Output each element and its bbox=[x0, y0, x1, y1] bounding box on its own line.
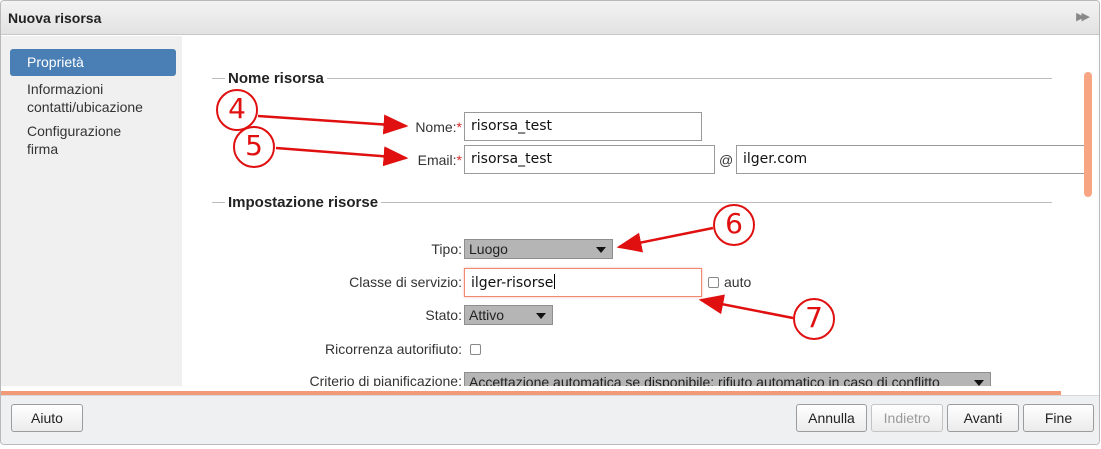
sidebar-item-properties[interactable]: Proprietà bbox=[10, 49, 176, 76]
new-resource-dialog: Nuova risorsa ▶▶ Proprietà Informazioni … bbox=[0, 0, 1100, 445]
sidebar-item-signature-config[interactable]: Configurazione firma bbox=[10, 122, 150, 158]
cos-auto-label: auto bbox=[724, 274, 752, 290]
dialog-title: Nuova risorsa bbox=[8, 10, 102, 26]
email-label: Email:* bbox=[417, 152, 462, 168]
next-button[interactable]: Avanti bbox=[947, 404, 1019, 432]
scheduling-label: Criterio di pianificazione: bbox=[309, 373, 462, 386]
sidebar: Proprietà Informazioni contatti/ubicazio… bbox=[1, 36, 182, 386]
cos-auto-checkbox[interactable] bbox=[708, 277, 719, 288]
dialog-titlebar: Nuova risorsa ▶▶ bbox=[1, 1, 1099, 35]
section-title-name: Nome risorsa bbox=[225, 70, 327, 87]
annotation-marker-4: 4 bbox=[216, 89, 258, 131]
cancel-button[interactable]: Annulla bbox=[796, 404, 867, 432]
type-select-value: Luogo bbox=[469, 241, 508, 257]
status-label: Stato: bbox=[425, 307, 462, 323]
at-sign: @ bbox=[719, 152, 734, 168]
back-button[interactable]: Indietro bbox=[871, 404, 943, 432]
auto-decline-label: Ricorrenza autorifiuto: bbox=[325, 341, 462, 357]
cos-input-value: ilger-risorse bbox=[471, 275, 554, 291]
annotation-marker-7: 7 bbox=[793, 298, 835, 340]
collapse-icon[interactable]: ▶▶ bbox=[1076, 10, 1090, 23]
sidebar-item-contact-location[interactable]: Informazioni contatti/ubicazione bbox=[10, 80, 170, 116]
chevron-down-icon bbox=[974, 380, 984, 386]
status-select[interactable]: Attivo bbox=[464, 305, 553, 325]
type-select[interactable]: Luogo bbox=[464, 239, 613, 259]
status-select-value: Attivo bbox=[469, 307, 505, 323]
chevron-down-icon bbox=[536, 313, 546, 319]
section-title-settings: Impostazione risorse bbox=[225, 194, 382, 211]
email-domain-input[interactable]: ilger.com bbox=[736, 145, 1092, 174]
type-label: Tipo: bbox=[431, 241, 462, 257]
help-button[interactable]: Aiuto bbox=[11, 404, 83, 432]
name-input[interactable]: risorsa_test bbox=[464, 112, 702, 141]
name-label: Nome:* bbox=[415, 119, 462, 135]
auto-decline-checkbox[interactable] bbox=[470, 344, 481, 355]
properties-panel: Nome risorsa Nome:* risorsa_test Email:*… bbox=[182, 36, 1092, 386]
annotation-marker-5: 5 bbox=[233, 126, 275, 168]
cos-input[interactable]: ilger-risorse bbox=[464, 268, 702, 297]
chevron-down-icon bbox=[596, 247, 606, 253]
dialog-footer: Aiuto Annulla Indietro Avanti Fine bbox=[1, 395, 1099, 444]
scrollbar-thumb[interactable] bbox=[1084, 72, 1092, 197]
annotation-marker-6: 6 bbox=[713, 204, 755, 246]
section-divider bbox=[212, 78, 1052, 79]
scheduling-select[interactable]: Accettazione automatica se disponibile; … bbox=[464, 372, 991, 386]
cos-label: Classe di servizio: bbox=[349, 274, 462, 290]
text-caret bbox=[554, 274, 556, 289]
email-local-input[interactable]: risorsa_test bbox=[464, 145, 715, 174]
finish-button[interactable]: Fine bbox=[1023, 404, 1094, 432]
scheduling-select-value: Accettazione automatica se disponibile; … bbox=[469, 374, 940, 386]
